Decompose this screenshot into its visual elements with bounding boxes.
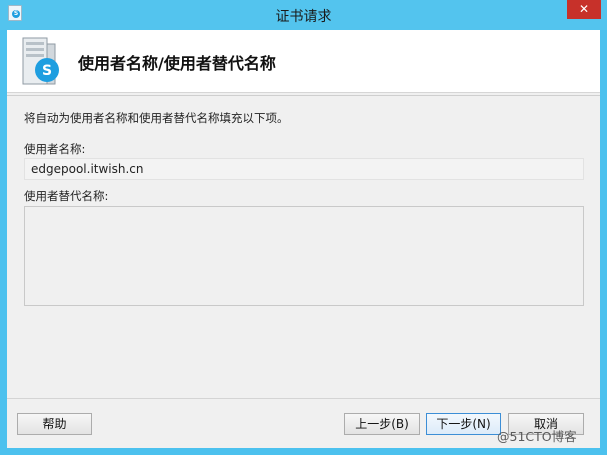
description-text: 将自动为使用者名称和使用者替代名称填充以下项。 — [24, 111, 289, 125]
header-divider — [7, 95, 600, 96]
title-bar[interactable]: S 证书请求 ✕ — [0, 0, 607, 30]
window-title: 证书请求 — [275, 9, 332, 25]
page-title: 使用者名称/使用者替代名称 — [78, 54, 276, 73]
subject-name-label: 使用者名称: — [24, 142, 86, 156]
subject-name-field[interactable]: edgepool.itwish.cn — [24, 158, 584, 180]
server-skype-icon: S — [22, 37, 59, 85]
subject-alt-name-list[interactable] — [24, 206, 584, 306]
watermark-text: @51CTO博客 — [497, 429, 577, 444]
certificate-request-window: S 证书请求 ✕ S 使用者名称/使用者替代名称 将自动为使用者名称和使用者替代… — [0, 0, 607, 455]
next-button[interactable]: 下一步(N) — [426, 413, 501, 435]
close-button[interactable]: ✕ — [567, 0, 601, 19]
back-button[interactable]: 上一步(B) — [344, 413, 420, 435]
svg-text:S: S — [42, 63, 52, 79]
footer-divider — [7, 398, 600, 399]
wizard-header: S 使用者名称/使用者替代名称 — [7, 30, 600, 93]
help-button[interactable]: 帮助 — [17, 413, 92, 435]
subject-alt-name-label: 使用者替代名称: — [24, 189, 109, 203]
dialog-client-area: S 使用者名称/使用者替代名称 将自动为使用者名称和使用者替代名称填充以下项。 … — [7, 30, 600, 448]
